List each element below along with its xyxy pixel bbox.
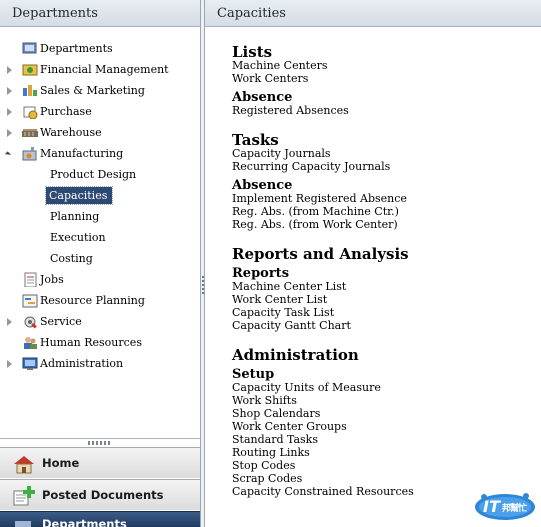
watermark-it-text: IT xyxy=(483,497,500,516)
tree-item-sales-marketing[interactable]: Sales & Marketing xyxy=(0,80,200,101)
tree-child-label: Planning xyxy=(50,210,100,223)
posted-documents-icon xyxy=(12,486,36,506)
action-link-standard-tasks[interactable]: Standard Tasks xyxy=(232,433,318,446)
expand-arrow-icon[interactable] xyxy=(7,129,12,137)
section-title: Administration xyxy=(232,346,359,364)
tree-item-label: Resource Planning xyxy=(40,294,145,307)
tree-child-label: Costing xyxy=(50,252,93,265)
action-link-work-shifts[interactable]: Work Shifts xyxy=(232,394,297,407)
nav-button-label: Home xyxy=(42,456,80,470)
nav-button-label: Posted Documents xyxy=(42,488,164,502)
tree-item-label: Purchase xyxy=(40,105,92,118)
action-link-work-centers[interactable]: Work Centers xyxy=(232,72,308,85)
action-link-machine-center-list[interactable]: Machine Center List xyxy=(232,280,346,293)
section-title: Reports and Analysis xyxy=(232,245,409,263)
tree-item-label: Administration xyxy=(40,357,124,370)
action-link-registered-absences[interactable]: Registered Absences xyxy=(232,104,349,117)
tree-item-jobs[interactable]: Jobs xyxy=(0,269,200,290)
nav-button-posted-documents[interactable]: Posted Documents xyxy=(0,479,200,510)
action-link-reg-abs-from-work-center[interactable]: Reg. Abs. (from Work Center) xyxy=(232,218,398,231)
watermark-logo: IT 邦幫忙 xyxy=(474,489,536,521)
financial-management-icon xyxy=(22,62,38,77)
home-icon xyxy=(12,454,36,474)
action-link-shop-calendars[interactable]: Shop Calendars xyxy=(232,407,320,420)
tree-child-label: Execution xyxy=(50,231,106,244)
nav-button-home[interactable]: Home xyxy=(0,447,200,478)
action-link-capacity-journals[interactable]: Capacity Journals xyxy=(232,147,331,160)
action-link-work-center-groups[interactable]: Work Center Groups xyxy=(232,420,347,433)
tree-item-manufacturing[interactable]: Manufacturing xyxy=(0,143,200,164)
action-link-implement-registered-absence[interactable]: Implement Registered Absence xyxy=(232,192,407,205)
action-link-work-center-list[interactable]: Work Center List xyxy=(232,293,327,306)
tree-item-label: Departments xyxy=(40,42,113,55)
action-link-capacity-units-of-measure[interactable]: Capacity Units of Measure xyxy=(232,381,381,394)
tree-item-label: Manufacturing xyxy=(40,147,124,160)
action-link-capacity-task-list[interactable]: Capacity Task List xyxy=(232,306,334,319)
tree-item-resource-planning[interactable]: Resource Planning xyxy=(0,290,200,311)
tree-item-administration[interactable]: Administration xyxy=(0,353,200,374)
tree-item-label: Human Resources xyxy=(40,336,142,349)
tree-item-purchase[interactable]: Purchase xyxy=(0,101,200,122)
nav-button-label: Departments xyxy=(42,517,127,527)
resource-planning-icon xyxy=(22,293,38,308)
navigation-pane-title: Departments xyxy=(0,0,200,27)
tree-child-label: Product Design xyxy=(50,168,137,181)
tree-child-planning[interactable]: Planning xyxy=(0,206,200,227)
tree-item-warehouse[interactable]: Warehouse xyxy=(0,122,200,143)
expand-arrow-icon[interactable] xyxy=(7,87,12,95)
action-link-stop-codes[interactable]: Stop Codes xyxy=(232,459,295,472)
content-pane-title: Capacities xyxy=(205,0,541,27)
tree-child-costing[interactable]: Costing xyxy=(0,248,200,269)
expand-arrow-icon[interactable] xyxy=(7,318,12,326)
expand-arrow-icon[interactable] xyxy=(7,108,12,116)
tree-child-execution[interactable]: Execution xyxy=(0,227,200,248)
human-resources-icon xyxy=(22,335,38,350)
pane-resize-grip[interactable] xyxy=(88,441,112,445)
action-link-machine-centers[interactable]: Machine Centers xyxy=(232,59,328,72)
tree-item-service[interactable]: Service xyxy=(0,311,200,332)
service-icon xyxy=(22,314,38,329)
jobs-icon xyxy=(22,272,38,288)
tree-item-label: Jobs xyxy=(40,273,64,286)
tree-child-capacities[interactable]: Capacities xyxy=(0,185,200,206)
splitter-grip-dots xyxy=(202,276,204,294)
departments-icon xyxy=(22,41,38,56)
collapse-arrow-icon[interactable] xyxy=(4,151,12,158)
tree-item-human-resources[interactable]: Human Resources xyxy=(0,332,200,353)
administration-icon xyxy=(22,356,38,371)
nav-button-departments[interactable]: Departments xyxy=(0,511,200,527)
tree-child-product-design[interactable]: Product Design xyxy=(0,164,200,185)
action-link-recurring-capacity-journals[interactable]: Recurring Capacity Journals xyxy=(232,160,390,173)
expand-arrow-icon[interactable] xyxy=(7,66,12,74)
warehouse-icon xyxy=(22,125,38,140)
action-link-capacity-gantt-chart[interactable]: Capacity Gantt Chart xyxy=(232,319,351,332)
tree-child-label: Capacities xyxy=(44,186,114,205)
purchase-icon xyxy=(22,104,38,120)
tree-item-label: Warehouse xyxy=(40,126,102,139)
tree-item-label: Service xyxy=(40,315,82,328)
departments-nav-icon xyxy=(12,514,36,527)
tree-item-label: Sales & Marketing xyxy=(40,84,145,97)
manufacturing-icon xyxy=(22,146,38,161)
action-link-reg-abs-from-machine-ctr[interactable]: Reg. Abs. (from Machine Ctr.) xyxy=(232,205,399,218)
navigation-pane: Departments Departments Financial Managem… xyxy=(0,0,201,527)
expand-arrow-icon[interactable] xyxy=(7,360,12,368)
action-link-scrap-codes[interactable]: Scrap Codes xyxy=(232,472,302,485)
sales-marketing-icon xyxy=(22,83,38,98)
action-link-capacity-constrained-resources[interactable]: Capacity Constrained Resources xyxy=(232,485,414,498)
tree-item-financial-management[interactable]: Financial Management xyxy=(0,59,200,80)
tree-item-label: Financial Management xyxy=(40,63,169,76)
department-tree: Departments Financial Management Sales & M… xyxy=(0,27,200,439)
watermark-cjk-text: 邦幫忙 xyxy=(502,504,527,514)
tree-item-departments[interactable]: Departments xyxy=(0,38,200,59)
action-link-routing-links[interactable]: Routing Links xyxy=(232,446,310,459)
content-pane: Capacities Lists Machine Centers Work Cent… xyxy=(205,0,541,527)
